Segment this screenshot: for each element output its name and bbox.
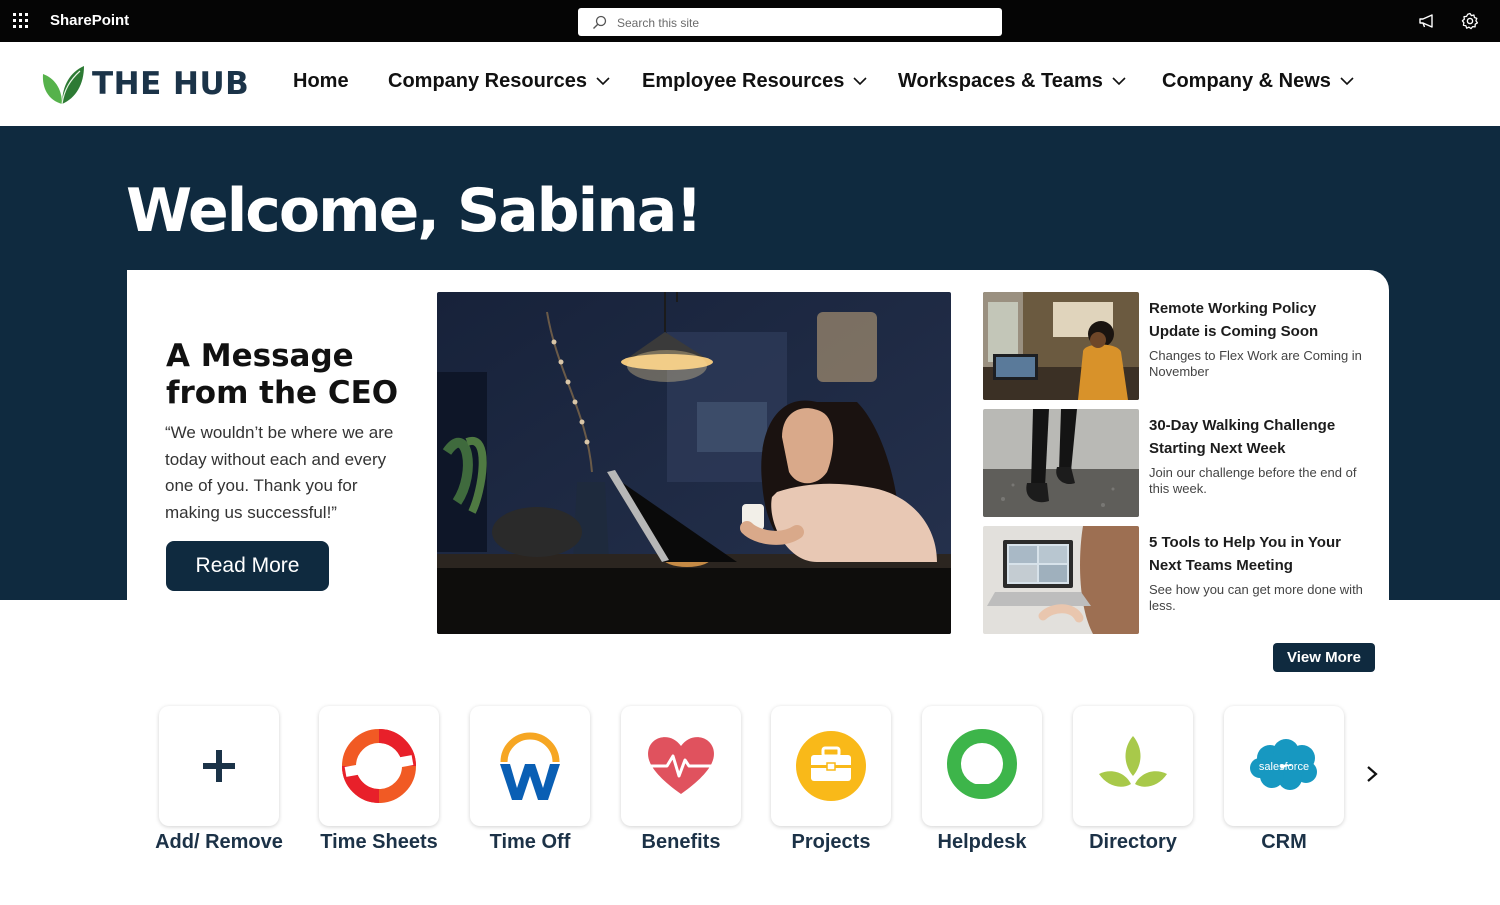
chevron-down-icon	[853, 77, 867, 86]
chevron-down-icon	[1340, 77, 1354, 86]
news-thumbnail	[983, 292, 1139, 400]
briefcase-icon	[796, 731, 866, 801]
quick-link-tile	[1073, 706, 1193, 826]
quick-link-tile	[159, 706, 279, 826]
quick-link-helpdesk[interactable]: Helpdesk	[922, 706, 1044, 856]
quick-link-add-remove[interactable]: Add/ Remove	[155, 706, 283, 856]
quick-link-tile	[470, 706, 590, 826]
site-logo[interactable]: THE HUB	[40, 61, 249, 107]
quick-link-tile	[771, 706, 891, 826]
helpdesk-icon	[947, 729, 1017, 799]
quick-link-label: CRM	[1261, 831, 1307, 853]
nav-label: Company & News	[1162, 70, 1331, 92]
quick-link-tile	[319, 706, 439, 826]
chevron-down-icon	[596, 77, 610, 86]
quick-link-benefits[interactable]: Benefits	[621, 706, 743, 856]
nav-company-news[interactable]: Company & News	[1162, 70, 1354, 93]
news-description: See how you can get more done with less.	[1149, 582, 1363, 613]
quick-link-label: Add/ Remove	[155, 831, 283, 853]
site-header: THE HUB Home Company Resources Employee …	[0, 42, 1500, 126]
app-name[interactable]: SharePoint	[50, 12, 129, 29]
time-sheets-icon	[342, 729, 416, 803]
quick-link-time-off[interactable]: Time Off	[470, 706, 592, 856]
ceo-quote: “We wouldn’t be where we are today witho…	[165, 423, 394, 522]
quick-link-projects[interactable]: Projects	[771, 706, 893, 856]
salesforce-icon: salesforce	[1250, 739, 1317, 790]
nav-label: Employee Resources	[642, 70, 845, 92]
nav-label: Home	[293, 70, 349, 92]
heart-pulse-icon	[648, 737, 714, 794]
megaphone-icon[interactable]	[1417, 11, 1437, 31]
chevron-right-icon[interactable]	[1362, 763, 1382, 785]
search-icon	[593, 15, 607, 29]
plus-icon	[203, 750, 235, 782]
ceo-message-title: A Message from the CEO	[166, 338, 399, 411]
logo-text: THE HUB	[92, 66, 250, 102]
nav-workspaces-teams[interactable]: Workspaces & Teams	[898, 70, 1126, 93]
search-box[interactable]: Search this site	[578, 8, 1002, 36]
news-thumbnail	[983, 526, 1139, 634]
leaf-logo-icon	[42, 66, 84, 105]
suite-bar: SharePoint Search this site	[0, 0, 1500, 42]
quick-link-directory[interactable]: Directory	[1073, 706, 1195, 856]
view-more-button[interactable]: View More	[1273, 643, 1375, 672]
time-off-icon	[500, 732, 560, 800]
news-description: Changes to Flex Work are Coming in Novem…	[1149, 348, 1362, 379]
news-item[interactable]: 30-Day Walking Challenge Starting Next W…	[983, 409, 1363, 517]
search-placeholder: Search this site	[617, 16, 700, 30]
read-more-button[interactable]: Read More	[166, 541, 329, 591]
leaf-icon	[1099, 736, 1167, 787]
quick-link-crm[interactable]: salesforce CRM	[1224, 706, 1346, 856]
settings-icon[interactable]	[1460, 11, 1480, 31]
news-title: 5 Tools to Help You in Your Next Teams M…	[1149, 534, 1341, 574]
welcome-heading: Welcome, Sabina!	[126, 176, 703, 246]
quick-link-time-sheets[interactable]: Time Sheets	[319, 706, 441, 856]
nav-label: Company Resources	[388, 70, 587, 92]
quick-link-tile	[621, 706, 741, 826]
app-launcher-icon[interactable]	[13, 13, 29, 29]
nav-home[interactable]: Home	[293, 70, 349, 93]
news-title: 30-Day Walking Challenge Starting Next W…	[1149, 417, 1336, 457]
news-item[interactable]: Remote Working Policy Update is Coming S…	[983, 292, 1363, 400]
news-description: Join our challenge before the end of thi…	[1149, 465, 1357, 496]
news-thumbnail	[983, 409, 1139, 517]
news-item[interactable]: 5 Tools to Help You in Your Next Teams M…	[983, 526, 1363, 634]
chevron-down-icon	[1112, 77, 1126, 86]
nav-employee-resources[interactable]: Employee Resources	[642, 70, 867, 93]
news-title: Remote Working Policy Update is Coming S…	[1149, 300, 1319, 340]
feature-image[interactable]	[437, 292, 951, 634]
nav-label: Workspaces & Teams	[898, 70, 1103, 92]
quick-link-tile: salesforce	[1224, 706, 1344, 826]
quick-link-tile	[922, 706, 1042, 826]
salesforce-logo-text: salesforce	[1259, 761, 1309, 773]
nav-company-resources[interactable]: Company Resources	[388, 70, 610, 93]
